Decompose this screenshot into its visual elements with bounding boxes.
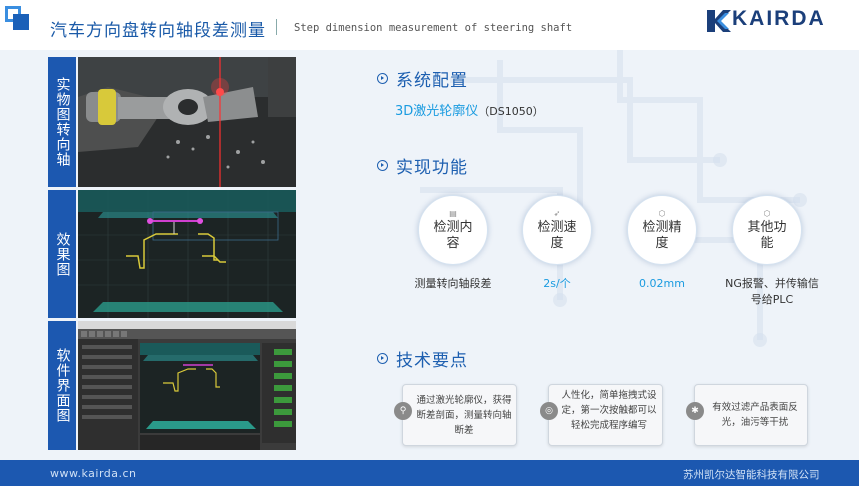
page-title: 汽车方向盘转向轴段差测量 — [50, 21, 266, 41]
function-value-other: NG报警、并传输信号给PLC — [725, 277, 819, 306]
effect-image-plot — [78, 190, 296, 318]
section-functions: 实现功能 — [377, 153, 468, 178]
section-title: 系统配置 — [396, 71, 468, 91]
function-value-content: 测量转向轴段差 — [414, 277, 492, 290]
steering-shaft-photo — [78, 57, 296, 187]
title-divider — [276, 19, 277, 35]
compass-icon: ◎ — [540, 402, 558, 420]
function-circle-speed: ➶ 检测速度 — [522, 195, 592, 265]
section-system-config: 系统配置 — [377, 66, 468, 91]
label-effect-image: 效果图 — [48, 190, 76, 318]
tech-card-text: 有效过滤产品表面反光，油污等干扰 — [712, 402, 798, 428]
brand-logo-text: KAIRDA — [732, 7, 826, 30]
software-interface-screenshot — [78, 321, 296, 450]
function-circle-precision: ⬡ 检测精度 — [627, 195, 697, 265]
section-title: 实现功能 — [396, 158, 468, 178]
search-icon: ⚲ — [394, 402, 412, 420]
function-label: 检测速度 — [537, 219, 577, 251]
tech-card-text: 人性化，简单拖拽式设定，第一次按触都可以轻松完成程序编写 — [561, 390, 657, 431]
box-icon: ⬡ — [763, 208, 771, 218]
rocket-icon: ➶ — [553, 208, 561, 218]
arrow-circle-icon — [377, 73, 388, 84]
gear-icon: ✱ — [686, 402, 704, 420]
function-value-speed: 2s/个 — [543, 277, 571, 290]
section-title: 技术要点 — [396, 351, 468, 371]
function-circle-other: ⬡ 其他功能 — [732, 195, 802, 265]
device-model: （DS1050） — [478, 105, 544, 118]
arrow-circle-icon — [377, 160, 388, 171]
arrow-circle-icon — [377, 353, 388, 364]
cube-icon: ⬡ — [658, 208, 666, 218]
document-icon: ▤ — [449, 208, 457, 218]
footer-website-link[interactable]: www.kairda.cn — [50, 467, 137, 480]
section-tech: 技术要点 — [377, 346, 468, 371]
function-circle-content: ▤ 检测内容 — [418, 195, 488, 265]
function-value-precision: 0.02mm — [639, 277, 685, 290]
label-software-ui: 软件界面图 — [48, 321, 76, 450]
function-label: 其他功能 — [747, 219, 787, 251]
footer-company-name: 苏州凯尔达智能科技有限公司 — [683, 469, 820, 481]
tech-card-text: 通过激光轮廓仪，获得断差剖面，测量转向轴断差 — [416, 395, 512, 436]
system-device: 3D激光轮廓仪（DS1050） — [395, 100, 544, 119]
function-label: 检测内容 — [433, 219, 473, 251]
device-name: 3D激光轮廓仪 — [395, 104, 479, 119]
label-physical-shaft: 实物图转向轴 — [48, 57, 76, 187]
page-subtitle: Step dimension measurement of steering s… — [294, 22, 573, 34]
function-label: 检测精度 — [642, 219, 682, 251]
header-logo-square-fill — [13, 14, 29, 30]
